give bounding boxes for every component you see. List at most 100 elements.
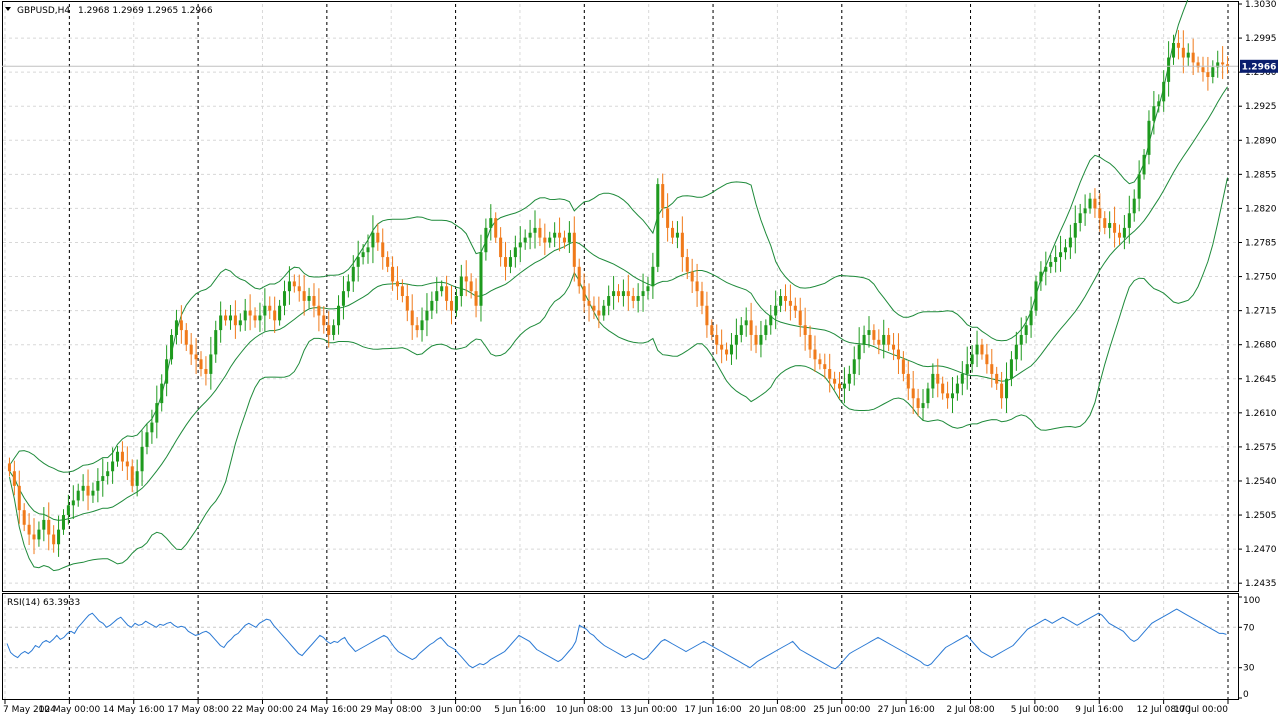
candle-body — [209, 354, 213, 374]
candle-body — [774, 305, 778, 316]
candle-body — [1073, 223, 1077, 238]
candle-body — [1000, 383, 1004, 399]
time-tick-label: 14 May 16:00 — [103, 705, 165, 715]
candle-body — [518, 242, 522, 248]
candle-body — [808, 334, 812, 350]
candle-body — [641, 291, 645, 297]
candle-body — [769, 315, 773, 326]
candle-body — [1034, 281, 1038, 311]
candle-body — [268, 305, 272, 311]
candle-body — [990, 364, 994, 374]
candle-body — [1108, 223, 1112, 228]
candle-body — [906, 373, 910, 389]
candle-body — [165, 359, 169, 384]
candle-body — [533, 227, 537, 233]
candle-body — [189, 344, 193, 355]
candle-body — [960, 373, 964, 384]
candle-body — [1054, 257, 1058, 262]
candle-body — [194, 354, 198, 360]
candle-body — [228, 315, 233, 321]
candle-body — [391, 266, 395, 282]
candle-body — [970, 354, 974, 365]
candle-body — [1181, 47, 1185, 58]
candle-body — [749, 320, 753, 335]
rsi-tick-label: 0 — [1243, 690, 1249, 700]
candle-body — [508, 257, 512, 267]
candle-body — [828, 369, 832, 379]
candle-body — [616, 291, 621, 297]
candle-body — [548, 237, 552, 243]
time-tick-label: 5 Jun 16:00 — [494, 705, 546, 715]
candle-body — [57, 529, 61, 545]
candle-body — [150, 422, 154, 433]
candle-body — [125, 461, 129, 467]
candle-body — [405, 296, 409, 311]
candle-body — [916, 398, 920, 408]
candle-body — [685, 257, 689, 272]
time-axis[interactable]: 7 May 202410 May 00:00 14 May 16:00 17 May… — [3, 700, 1229, 715]
candle-body — [1186, 52, 1190, 58]
candle-body — [292, 281, 296, 287]
candle-body — [297, 286, 301, 292]
candle-body — [7, 463, 11, 472]
candle-body — [592, 305, 596, 311]
price-chart-window[interactable]: 1.3030 1.2995 1.2960 1.2925 1.2890 1.2855 1.28… — [0, 0, 1280, 720]
time-tick-label: 10 May 00:00 — [39, 705, 101, 715]
time-tick-label: 25 Jun 00:00 — [813, 705, 870, 715]
candle-body — [332, 325, 336, 335]
candle-body — [1019, 334, 1023, 345]
candle-body — [911, 388, 915, 399]
time-tick-label: 10 Jun 08:00 — [556, 705, 613, 715]
candle-body — [238, 320, 242, 326]
candle-body — [1117, 232, 1122, 238]
candle-body — [140, 446, 144, 472]
candle-body — [582, 286, 586, 301]
rsi-title: RSI(14) 63.3933 — [7, 598, 80, 608]
candle-body — [248, 310, 252, 316]
candle-body — [263, 305, 267, 316]
chart-canvas[interactable]: 1.30301.29951.29601.29251.28901.28551.28… — [0, 0, 1280, 720]
candle-body — [27, 524, 31, 535]
candle-body — [52, 534, 56, 545]
candle-body — [381, 242, 385, 258]
candle-body — [17, 485, 21, 511]
candle-body — [1014, 344, 1018, 360]
price-tick-label: 1.2505 — [1245, 511, 1277, 521]
price-tick-label: 1.2855 — [1245, 170, 1277, 180]
candle-body — [243, 310, 247, 321]
candle-body — [1221, 62, 1225, 65]
price-pane-frame — [2, 1, 1239, 592]
candle-body — [454, 296, 458, 311]
candle-body — [607, 296, 611, 306]
candle-body — [346, 281, 350, 292]
candle-body — [1191, 52, 1195, 63]
candle-body — [965, 364, 969, 374]
candle-body — [872, 330, 876, 340]
candle-body — [464, 276, 468, 282]
candle-body — [562, 237, 566, 243]
candle-body — [720, 344, 724, 350]
candle-body — [823, 364, 827, 370]
price-tick-label: 1.2470 — [1245, 545, 1277, 555]
candle-body — [504, 257, 508, 267]
candle-body — [395, 281, 399, 287]
time-tick-label: 9 Jul 16:00 — [1075, 705, 1124, 715]
candle-body — [1063, 247, 1067, 253]
candle-body — [1157, 101, 1161, 107]
candle-body — [921, 403, 925, 408]
price-axis[interactable]: 1.30301.29951.29601.29251.28901.28551.28… — [1238, 0, 1277, 589]
candle-body — [788, 300, 792, 306]
time-tick-label: 22 May 00:00 — [232, 705, 294, 715]
candle-body — [12, 471, 16, 486]
time-tick-label: 17 Jun 16:00 — [684, 705, 741, 715]
candle-body — [1093, 198, 1097, 209]
candle-body — [887, 334, 891, 345]
candle-body — [430, 300, 434, 311]
candle-body — [700, 291, 704, 306]
candle-body — [513, 247, 517, 258]
candle-body — [376, 232, 380, 243]
candle-body — [528, 232, 532, 238]
candle-body — [621, 291, 625, 297]
candle-body — [366, 247, 370, 253]
candle-body — [32, 534, 36, 540]
